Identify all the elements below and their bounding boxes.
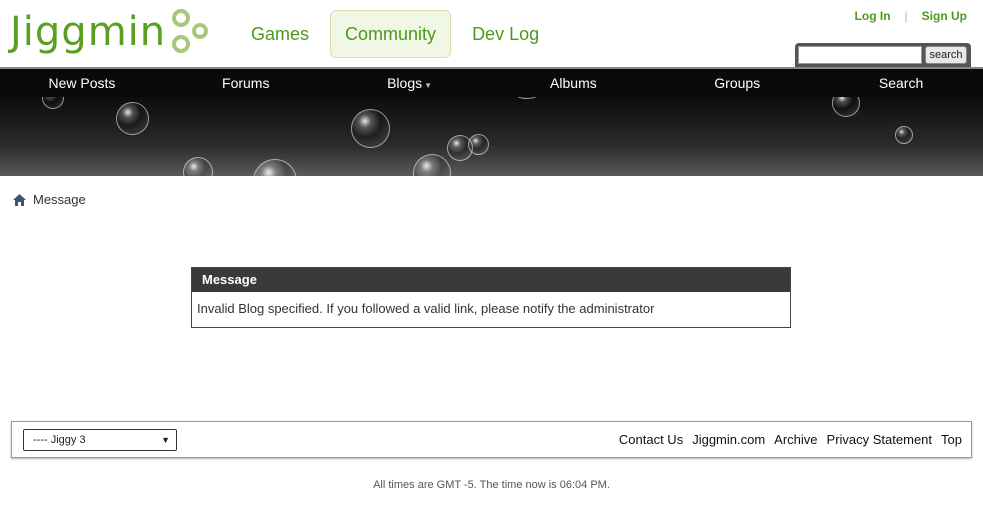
nav-community[interactable]: Community [330,10,452,58]
navbar-blogs-label: Blogs [387,75,423,91]
bubble-decoration [895,126,913,144]
footer-link-jiggmin[interactable]: Jiggmin.com [692,432,765,447]
header-banner [0,97,983,176]
chevron-down-icon: ▼ [161,435,170,445]
search-box: search [795,43,971,67]
navbar-forums[interactable]: Forums [164,69,328,97]
home-icon[interactable] [13,193,26,206]
style-chooser-value: ---- Jiggy 3 [33,434,86,446]
bubble-decoration [183,157,213,176]
message-box: Message Invalid Blog specified. If you f… [191,267,791,328]
bubble-decoration [253,159,297,176]
breadcrumb: Message [13,192,86,207]
footer-link-privacy[interactable]: Privacy Statement [827,432,933,447]
bubble-decoration [116,102,149,135]
bubble-decoration [514,97,540,99]
bubble-decoration [832,97,860,117]
caret-down-icon: ▼ [424,81,433,90]
site-logo[interactable]: Jiggmin [10,6,214,58]
navbar-groups[interactable]: Groups [655,69,819,97]
nav-dev-log[interactable]: Dev Log [457,10,554,58]
message-body: Invalid Blog specified. If you followed … [197,301,655,316]
bubble-decoration [42,97,64,109]
signup-link[interactable]: Sign Up [922,9,967,23]
navbar-new-posts[interactable]: New Posts [0,69,164,97]
navbar-search[interactable]: Search [819,69,983,97]
login-link[interactable]: Log In [855,9,891,23]
forum-navbar: New Posts Forums Blogs ▼ Albums Groups Se… [0,67,983,97]
bubble-decoration [351,109,390,148]
footer-bar: ---- Jiggy 3 ▼ Contact Us Jiggmin.com Ar… [11,421,972,458]
footer-links: Contact Us Jiggmin.com Archive Privacy S… [619,432,962,447]
site-nav: Games Community Dev Log [236,10,554,58]
message-title: Message [192,268,790,292]
breadcrumb-current: Message [33,192,86,207]
time-note: All times are GMT -5. The time now is 06… [373,479,610,491]
bubble-decoration [413,154,451,176]
page: Jiggmin Games Community Dev Log Log In |… [0,0,983,517]
bubble-decoration [468,134,489,155]
footer-link-top[interactable]: Top [941,432,962,447]
nav-games[interactable]: Games [236,10,324,58]
navbar-blogs[interactable]: Blogs ▼ [328,69,492,97]
search-input[interactable] [798,46,922,64]
style-chooser-select[interactable]: ---- Jiggy 3 ▼ [23,429,177,451]
navbar-albums[interactable]: Albums [491,69,655,97]
auth-separator: | [904,9,908,23]
footer-link-contact-us[interactable]: Contact Us [619,432,683,447]
auth-links: Log In | Sign Up [855,9,967,23]
search-button[interactable]: search [925,46,967,64]
logo-circles-icon [170,7,214,57]
logo-wordmark: Jiggmin [10,9,167,55]
footer-link-archive[interactable]: Archive [774,432,817,447]
